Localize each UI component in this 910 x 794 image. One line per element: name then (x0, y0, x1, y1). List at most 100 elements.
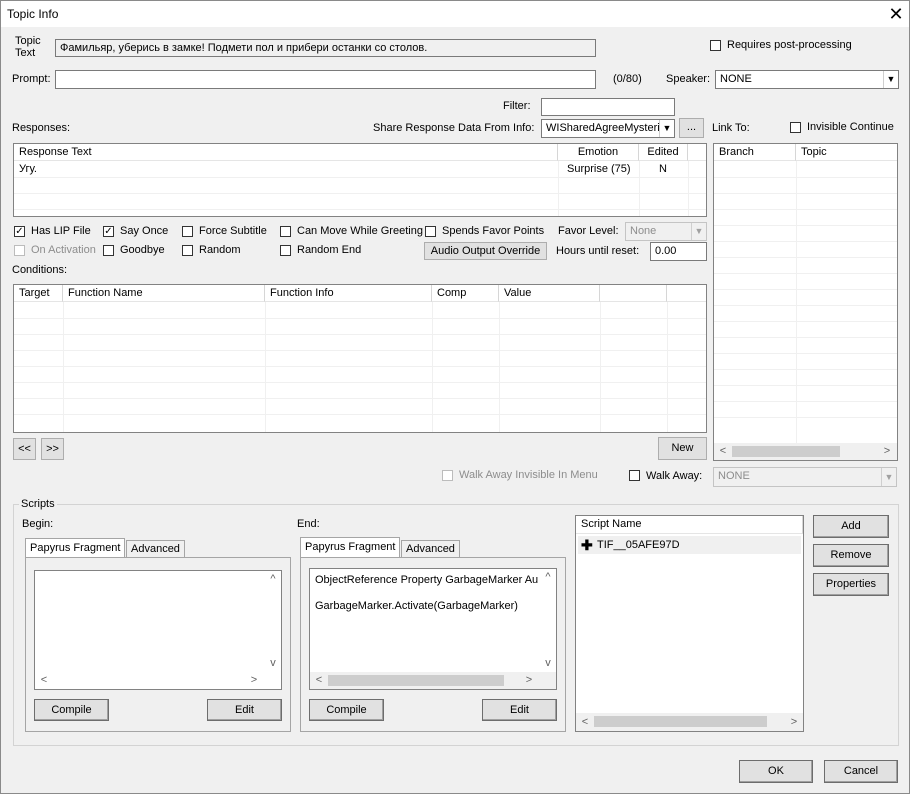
begin-tab-papyrus-fragment[interactable]: Papyrus Fragment (25, 538, 126, 558)
share-response-label: Share Response Data From Info: (373, 122, 535, 134)
chevron-right-icon[interactable]: > (522, 674, 536, 686)
begin-edit-button[interactable]: Edit (207, 699, 282, 721)
ok-button[interactable]: OK (739, 760, 813, 783)
chevron-down-icon[interactable]: v (266, 657, 280, 669)
table-row[interactable]: Угу. Surprise (75) N (14, 161, 706, 177)
begin-vertical-scrollbar[interactable]: ^ v (265, 571, 281, 673)
share-response-select[interactable]: WISharedAgreeMysteri ▼ (541, 119, 675, 138)
begin-script-editor[interactable]: ^ v < > (34, 570, 282, 690)
audio-output-override-button[interactable]: Audio Output Override (424, 242, 547, 260)
conditions-list[interactable]: Target Function Name Function Info Comp … (13, 284, 707, 433)
end-edit-button[interactable]: Edit (482, 699, 557, 721)
end-vertical-scrollbar[interactable]: ^ v (540, 569, 556, 673)
begin-horizontal-scrollbar[interactable]: < > (35, 672, 281, 689)
invisible-continue-checkbox[interactable] (790, 122, 801, 133)
can-move-while-greeting-checkbox[interactable] (280, 226, 291, 237)
end-script-editor[interactable]: ObjectReference Property GarbageMarker A… (309, 568, 557, 690)
chevron-down-icon[interactable]: v (541, 657, 555, 669)
share-response-browse-button[interactable]: ... (679, 118, 704, 138)
begin-compile-button[interactable]: Compile (34, 699, 109, 721)
add-script-button[interactable]: Add (813, 515, 889, 538)
topic-text-label-line2: Text (15, 47, 36, 59)
new-condition-button[interactable]: New (658, 437, 707, 460)
chevron-down-icon[interactable]: ▼ (659, 120, 674, 137)
grid-line (714, 257, 897, 258)
title-bar[interactable]: Topic Info ✕ (1, 1, 909, 27)
walk-away-value: NONE (718, 470, 750, 482)
col-target[interactable]: Target (14, 285, 63, 302)
col-branch[interactable]: Branch (714, 144, 796, 161)
favor-level-select[interactable]: None ▼ (625, 222, 707, 241)
speaker-select[interactable]: NONE ▼ (715, 70, 899, 89)
chevron-up-icon[interactable]: ^ (541, 571, 555, 583)
end-compile-button[interactable]: Compile (309, 699, 384, 721)
grid-line (714, 369, 897, 370)
walk-away-invisible-checkbox[interactable] (442, 470, 453, 481)
col-comp[interactable]: Comp (432, 285, 499, 302)
grid-line (14, 382, 706, 383)
grid-line (14, 318, 706, 319)
script-list-horizontal-scrollbar[interactable]: < > (576, 713, 803, 731)
end-horizontal-scrollbar[interactable]: < > (310, 672, 556, 689)
col-edited[interactable]: Edited (639, 144, 688, 161)
previous-condition-button[interactable]: << (13, 438, 36, 460)
topic-text-field[interactable]: Фамильяр, уберись в замке! Подмети пол и… (55, 39, 596, 57)
chevron-right-icon[interactable]: > (880, 445, 894, 457)
scrollbar-thumb[interactable] (328, 675, 504, 686)
link-to-list[interactable]: Branch Topic < > (713, 143, 898, 461)
spends-favor-points-checkbox[interactable] (425, 226, 436, 237)
chevron-down-icon[interactable]: ▼ (883, 71, 898, 88)
filter-input[interactable] (541, 98, 675, 116)
random-checkbox[interactable] (182, 245, 193, 256)
col-response-text[interactable]: Response Text (14, 144, 558, 161)
col-value[interactable]: Value (499, 285, 600, 302)
grid-line (714, 289, 897, 290)
chevron-right-icon[interactable]: > (787, 716, 801, 728)
col-emotion[interactable]: Emotion (558, 144, 639, 161)
end-tab-pane: ObjectReference Property GarbageMarker A… (300, 557, 566, 732)
on-activation-checkbox[interactable] (14, 245, 25, 256)
walk-away-checkbox[interactable] (629, 470, 640, 481)
col-script-name[interactable]: Script Name (576, 516, 803, 534)
chevron-left-icon[interactable]: < (716, 445, 730, 457)
responses-list[interactable]: Response Text Emotion Edited Угу. Surpri… (13, 143, 707, 217)
chevron-down-icon[interactable]: ▼ (691, 223, 706, 240)
link-to-horizontal-scrollbar[interactable]: < > (714, 443, 897, 460)
grid-line (14, 334, 706, 335)
col-topic[interactable]: Topic (796, 144, 897, 161)
close-icon[interactable]: ✕ (885, 3, 907, 25)
force-subtitle-checkbox[interactable] (182, 226, 193, 237)
goodbye-checkbox[interactable] (103, 245, 114, 256)
requires-post-processing-checkbox[interactable] (710, 40, 721, 51)
can-move-while-greeting-label: Can Move While Greeting (297, 225, 423, 237)
end-tab-papyrus-fragment[interactable]: Papyrus Fragment (300, 537, 401, 558)
responses-label: Responses: (12, 122, 71, 134)
next-condition-button[interactable]: >> (41, 438, 64, 460)
chevron-up-icon[interactable]: ^ (266, 573, 280, 585)
script-list[interactable]: Script Name ✚ TIF__05AFE97D < > (575, 515, 804, 732)
col-function-info[interactable]: Function Info (265, 285, 432, 302)
prompt-input[interactable] (55, 70, 596, 89)
begin-tab-advanced[interactable]: Advanced (126, 540, 185, 558)
end-tab-advanced[interactable]: Advanced (401, 540, 460, 558)
chevron-left-icon[interactable]: < (578, 716, 592, 728)
walk-away-select[interactable]: NONE ▼ (713, 467, 897, 487)
hours-until-reset-input[interactable]: 0.00 (650, 242, 707, 261)
has-lip-file-checkbox[interactable]: ✓ (14, 226, 25, 237)
chevron-left-icon[interactable]: < (37, 674, 51, 686)
grid-line (714, 321, 897, 322)
chevron-right-icon[interactable]: > (247, 674, 261, 686)
remove-script-button[interactable]: Remove (813, 544, 889, 567)
random-end-checkbox[interactable] (280, 245, 291, 256)
random-label: Random (199, 244, 241, 256)
chevron-left-icon[interactable]: < (312, 674, 326, 686)
scrollbar-thumb[interactable] (732, 446, 840, 457)
col-function-name[interactable]: Function Name (63, 285, 265, 302)
grid-line (14, 366, 706, 367)
list-item[interactable]: ✚ TIF__05AFE97D (578, 536, 801, 554)
scrollbar-thumb[interactable] (594, 716, 767, 727)
chevron-down-icon[interactable]: ▼ (881, 468, 896, 486)
say-once-checkbox[interactable]: ✓ (103, 226, 114, 237)
script-properties-button[interactable]: Properties (813, 573, 889, 596)
cancel-button[interactable]: Cancel (824, 760, 898, 783)
